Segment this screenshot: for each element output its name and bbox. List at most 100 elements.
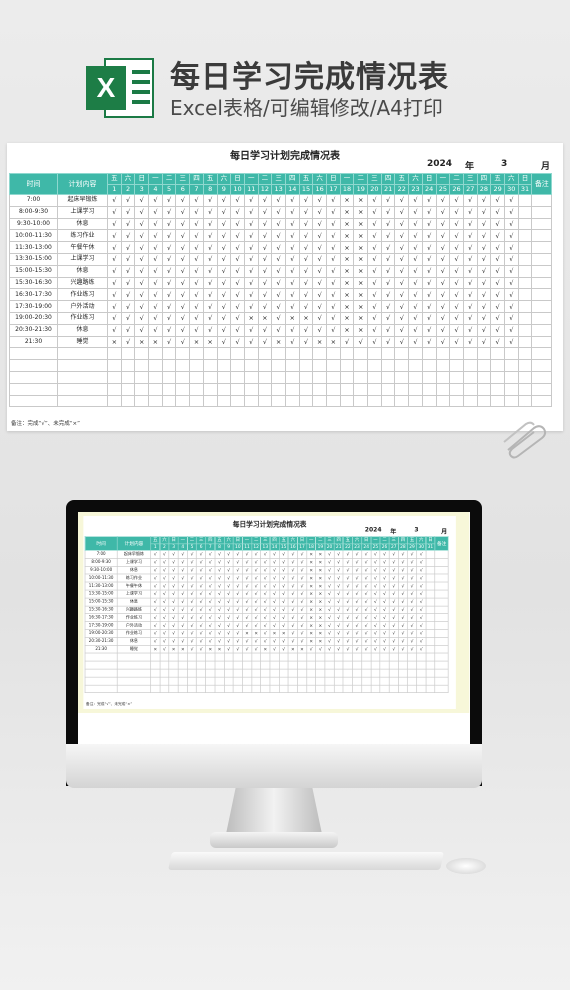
cell-empty — [284, 382, 300, 396]
cell-mark: √ — [260, 629, 271, 638]
cell-time: 10:00-11:30 — [9, 229, 58, 243]
cell-mark: √ — [326, 264, 341, 278]
cell-mark: √ — [298, 252, 314, 266]
cell-mark: √ — [271, 229, 286, 243]
cell-empty — [159, 684, 170, 694]
cell-empty — [284, 370, 300, 384]
cell-empty — [380, 382, 396, 396]
cell-mark: √ — [449, 311, 464, 325]
cell-mark: √ — [202, 217, 218, 231]
cell-empty — [353, 394, 369, 408]
cell-mark: √ — [408, 276, 423, 290]
header-weekday: 六 — [416, 536, 427, 544]
cell-empty — [326, 382, 341, 396]
cell-mark: √ — [297, 637, 307, 646]
cell-empty — [306, 660, 317, 670]
cell-empty — [161, 347, 177, 361]
cell-mark: √ — [421, 323, 437, 337]
cell-mark: √ — [370, 597, 381, 607]
cell-mark: √ — [407, 566, 417, 575]
cell-mark: √ — [175, 311, 191, 325]
cell-mark: × — [353, 205, 369, 219]
cell-mark: √ — [421, 288, 437, 302]
cell-mark: √ — [260, 637, 271, 646]
header-weekday: 四 — [476, 173, 492, 185]
cell-mark: √ — [361, 581, 372, 591]
cell-mark: √ — [476, 205, 492, 219]
cell-mark: √ — [243, 217, 259, 231]
cell-mark: √ — [120, 323, 136, 337]
cell-mark: √ — [196, 629, 207, 638]
cell-empty — [159, 668, 170, 678]
cell-empty — [367, 359, 382, 372]
cell-mark: √ — [223, 550, 234, 559]
cell-mark: √ — [333, 573, 344, 583]
cell-empty — [278, 684, 289, 694]
cell-empty — [57, 382, 108, 396]
cell-mark: √ — [232, 558, 243, 567]
cell-mark: √ — [148, 288, 163, 302]
cell-empty — [490, 382, 505, 396]
cell-mark: √ — [370, 621, 381, 630]
cell-mark: √ — [298, 323, 314, 337]
cell-empty — [189, 394, 204, 408]
cell-mark: √ — [326, 311, 341, 325]
header-weekday: 日 — [517, 173, 533, 185]
monitor-stand — [226, 788, 322, 834]
cell-empty — [380, 359, 396, 372]
cell-mark: √ — [284, 217, 300, 231]
cell-empty — [435, 394, 451, 408]
cell-mark: √ — [361, 637, 372, 646]
cell-mark: √ — [380, 229, 396, 243]
cell-empty — [298, 359, 314, 372]
cell-empty — [367, 382, 382, 396]
cell-empty — [379, 652, 390, 662]
cell-mark: √ — [342, 629, 353, 638]
cell-empty — [462, 359, 478, 372]
cell-mark: √ — [379, 550, 390, 559]
cell-mark: √ — [260, 589, 271, 599]
cell-mark: √ — [177, 558, 188, 567]
cell-empty — [150, 668, 161, 678]
cell-mark: √ — [370, 613, 381, 622]
header-weekday: 六 — [312, 173, 327, 185]
cell-empty — [120, 382, 136, 396]
cell-mark: × — [315, 613, 326, 622]
cell-mark: √ — [324, 566, 335, 575]
cell-remark — [434, 613, 449, 622]
cell-remark — [434, 573, 449, 583]
cell-empty — [333, 652, 344, 662]
cell-empty — [476, 382, 492, 396]
header-weekday: 二 — [251, 536, 262, 544]
cell-mark: √ — [476, 288, 492, 302]
cell-mark: √ — [342, 581, 353, 591]
cell-mark: × — [339, 276, 355, 290]
cell-mark: √ — [148, 229, 163, 243]
cell-remark — [434, 621, 449, 630]
cell-mark: √ — [107, 194, 122, 207]
cell-mark: √ — [379, 629, 390, 638]
cell-empty — [84, 676, 118, 686]
cell-mark: × — [134, 335, 150, 349]
cell-mark: √ — [161, 252, 177, 266]
cell-empty — [421, 394, 437, 408]
cell-mark: √ — [242, 605, 252, 615]
cell-mark: √ — [271, 300, 286, 313]
cell-mark: √ — [416, 637, 427, 646]
table-row-empty — [84, 684, 449, 694]
cell-mark: √ — [230, 311, 245, 325]
header-day: 20 — [324, 543, 335, 551]
cell-empty — [269, 676, 280, 686]
cell-mark: √ — [361, 629, 372, 638]
cell-mark: √ — [107, 288, 122, 302]
header-day: 30 — [503, 183, 519, 195]
cell-mark: √ — [161, 229, 177, 243]
header-day: 8 — [214, 543, 225, 551]
header-weekday: 二 — [449, 173, 464, 185]
cell-empty — [517, 347, 533, 361]
cell-mark: × — [326, 335, 341, 349]
header-weekday: 五 — [342, 536, 353, 544]
cell-mark: √ — [408, 194, 423, 207]
cell-mark: √ — [416, 589, 427, 599]
cell-mark: √ — [312, 229, 327, 243]
